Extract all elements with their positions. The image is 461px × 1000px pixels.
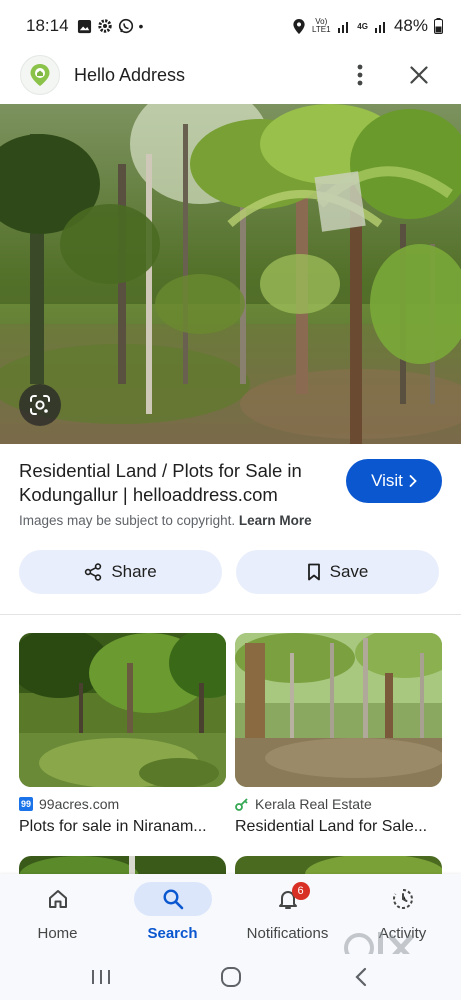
more-notifications-dot: • <box>138 18 144 34</box>
key-favicon-icon <box>235 798 248 811</box>
related-thumbnail[interactable] <box>235 633 442 787</box>
volte-indicator: Vo) LTE1 <box>312 17 331 34</box>
plot-photo <box>235 633 442 787</box>
data-type: 4G <box>357 21 368 31</box>
home-button[interactable] <box>206 960 256 994</box>
clock: 18:14 <box>26 16 69 35</box>
more-vert-icon <box>357 64 363 86</box>
bookmark-icon <box>307 563 320 581</box>
result-caption[interactable]: Residential Land for Sale... <box>235 818 442 836</box>
visit-button[interactable]: Visit <box>346 459 442 503</box>
plot-photo <box>19 633 226 787</box>
lens-header: Hello Address <box>0 48 461 102</box>
nav-home-label: Home <box>37 925 78 942</box>
back-icon <box>355 967 367 987</box>
result-source: 99 99acres.com <box>19 796 226 812</box>
result-source: Kerala Real Estate <box>235 796 442 812</box>
learn-more-link[interactable]: Learn More <box>239 513 312 528</box>
back-button[interactable] <box>336 960 386 994</box>
nav-notifications[interactable]: 6 Notifications <box>230 874 345 954</box>
copyright-notice: Images may be subject to copyright. Lear… <box>19 513 312 528</box>
close-icon <box>410 66 428 84</box>
location-icon <box>293 18 305 34</box>
search-icon <box>162 889 183 910</box>
whatsapp-icon <box>118 18 133 34</box>
status-bar: 18:14 • Vo) LTE1 4G 48% <box>0 0 461 52</box>
google-lens-icon <box>30 395 50 415</box>
system-indicators: Vo) LTE1 4G 48% <box>293 16 443 36</box>
nav-notifications-icon-wrap: 6 <box>258 882 318 916</box>
signal-icon <box>338 22 349 33</box>
copyright-text: Images may be subject to copyright. <box>19 513 236 528</box>
nav-search[interactable]: Search <box>115 874 230 954</box>
share-icon <box>85 563 102 581</box>
result-caption[interactable]: Plots for sale in Niranam... <box>19 818 226 836</box>
battery-percent: 48% <box>393 16 428 35</box>
chevron-right-icon <box>409 475 417 487</box>
related-result-card[interactable]: 99 99acres.com Plots for sale in Niranam… <box>19 633 226 836</box>
close-button[interactable] <box>402 56 436 94</box>
nav-activity-icon-wrap <box>373 882 433 916</box>
source-name: 99acres.com <box>39 796 120 812</box>
home-icon <box>48 890 67 908</box>
share-label: Share <box>111 562 157 581</box>
gallery-icon <box>77 19 91 33</box>
settings-icon <box>97 19 112 33</box>
related-result-card[interactable]: Kerala Real Estate Residential Land for … <box>235 633 442 836</box>
notification-count-badge: 6 <box>291 882 310 900</box>
nav-search-label: Search <box>147 925 198 942</box>
signal-2-icon <box>374 22 385 33</box>
location-pin-logo-icon <box>30 64 50 86</box>
result-title[interactable]: Residential Land / Plots for Sale in Kod… <box>19 459 339 507</box>
more-options-button[interactable] <box>346 54 374 96</box>
lens-search-button[interactable] <box>19 384 61 426</box>
nav-notifications-label: Notifications <box>246 925 329 942</box>
nav-home-icon-wrap <box>28 882 88 916</box>
activity-icon <box>392 889 413 909</box>
source-name: Kerala Real Estate <box>255 796 372 812</box>
save-label: Save <box>329 562 369 581</box>
99acres-favicon-icon: 99 <box>19 797 33 811</box>
divider <box>0 614 461 615</box>
notification-icons: • <box>77 18 144 34</box>
visit-label: Visit <box>371 471 403 490</box>
nav-home[interactable]: Home <box>0 874 115 954</box>
share-button[interactable]: Share <box>19 550 222 594</box>
nav-search-icon-wrap <box>133 882 212 916</box>
plantation-photo <box>0 104 461 444</box>
related-thumbnail[interactable] <box>19 633 226 787</box>
home-circle-icon <box>221 967 241 987</box>
system-navigation-bar <box>0 954 461 1000</box>
recent-apps-button[interactable] <box>76 960 126 994</box>
page-title: Hello Address <box>74 64 186 85</box>
save-button[interactable]: Save <box>236 550 439 594</box>
result-image[interactable] <box>0 104 461 444</box>
site-favicon <box>20 55 60 95</box>
recents-icon <box>92 970 110 984</box>
battery-icon <box>434 18 443 34</box>
